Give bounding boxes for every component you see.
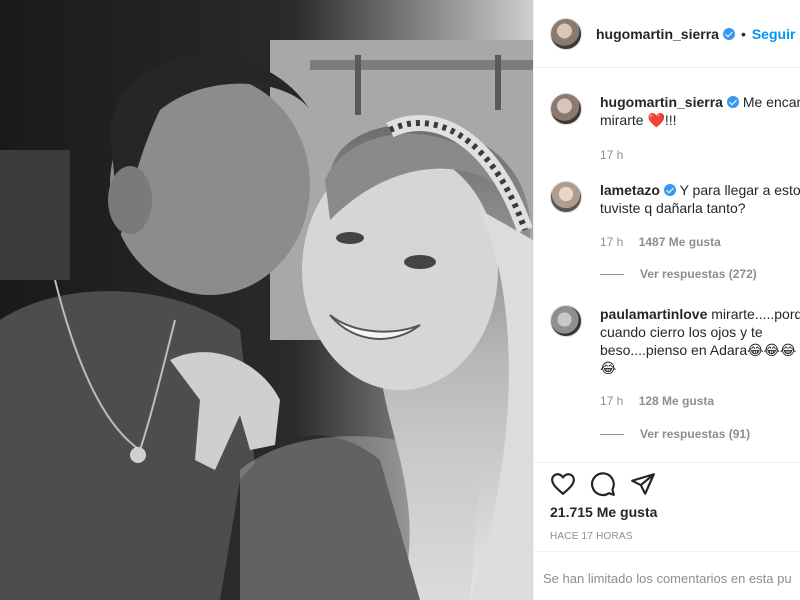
comment-bubble-icon[interactable] xyxy=(590,471,616,497)
comment-time[interactable]: 17 h xyxy=(600,235,623,249)
likes-count[interactable]: 21.715 Me gusta xyxy=(550,504,657,520)
post-actions xyxy=(534,462,800,504)
comment-likes[interactable]: 1487 Me gusta xyxy=(639,235,721,249)
comment-meta: 17 h 1487 Me gusta xyxy=(600,235,733,249)
comment-text-line: cuando cierro los ojos y te xyxy=(600,324,763,340)
verified-badge-icon xyxy=(722,27,735,40)
commenter-avatar[interactable] xyxy=(550,305,582,337)
view-replies-label: Ver respuestas (272) xyxy=(640,267,757,281)
post-header: hugomartin_sierra • Seguir xyxy=(534,0,800,68)
comment-text: lametazo Y para llegar a esto tuviste q … xyxy=(600,181,800,217)
separator-dot: • xyxy=(740,25,746,42)
comment-text-line: tuviste q dañarla tanto? xyxy=(600,200,746,216)
comment-meta: 17 h xyxy=(600,148,635,162)
comment-text: paulamartinlove mirarte.....porqu cuando… xyxy=(600,305,800,377)
verified-badge-icon xyxy=(663,184,676,196)
author-username[interactable]: hugomartin_sierra xyxy=(596,26,719,42)
comment-username[interactable]: lametazo xyxy=(600,182,660,198)
replies-divider xyxy=(600,433,624,435)
paper-plane-icon[interactable] xyxy=(630,471,656,497)
comment-text-line: mirarte xyxy=(600,112,644,128)
view-replies-button[interactable]: Ver respuestas (272) xyxy=(600,267,757,281)
comment-likes[interactable]: 128 Me gusta xyxy=(639,394,714,408)
comments-list[interactable]: hugomartin_sierra Me encant mirarte ❤️!!… xyxy=(534,69,800,461)
view-replies-button[interactable]: Ver respuestas (91) xyxy=(600,427,750,441)
post-timestamp[interactable]: HACE 17 HORAS xyxy=(550,531,633,542)
comment-username[interactable]: hugomartin_sierra xyxy=(600,94,723,110)
comments-limited-text: Se han limitado los comentarios en esta … xyxy=(543,571,792,586)
comments-limited-notice: Se han limitado los comentarios en esta … xyxy=(534,551,800,600)
comment-username[interactable]: paulamartinlove xyxy=(600,306,707,322)
comment-text: hugomartin_sierra Me encant mirarte ❤️!!… xyxy=(600,93,800,129)
comment-text-line: Y para llegar a esto xyxy=(679,182,800,198)
replies-divider xyxy=(600,273,624,275)
author-avatar[interactable] xyxy=(550,17,582,50)
post-side-panel: hugomartin_sierra • Seguir hugomartin_si… xyxy=(533,0,800,600)
comment-text-line: beso....pienso en Adara😂😂😂 xyxy=(600,342,797,358)
post-photo[interactable] xyxy=(0,0,533,600)
author-avatar[interactable] xyxy=(550,93,582,125)
comment-text-line: Me encant xyxy=(742,94,800,110)
comment-text-tail: !!! xyxy=(664,112,677,128)
comment-text-line: 😂 xyxy=(600,360,617,376)
heart-emoji: ❤️ xyxy=(647,112,665,128)
commenter-avatar[interactable] xyxy=(550,181,582,213)
comment-meta: 17 h 128 Me gusta xyxy=(600,394,726,408)
photo-illustration xyxy=(0,0,533,600)
follow-button[interactable]: Seguir xyxy=(752,26,796,42)
heart-outline-icon[interactable] xyxy=(550,471,576,497)
comment-text-line: mirarte.....porqu xyxy=(711,306,800,322)
view-replies-label: Ver respuestas (91) xyxy=(640,427,751,441)
verified-badge-icon xyxy=(726,96,739,108)
comment-time[interactable]: 17 h xyxy=(600,394,623,408)
comment-time[interactable]: 17 h xyxy=(600,148,623,162)
